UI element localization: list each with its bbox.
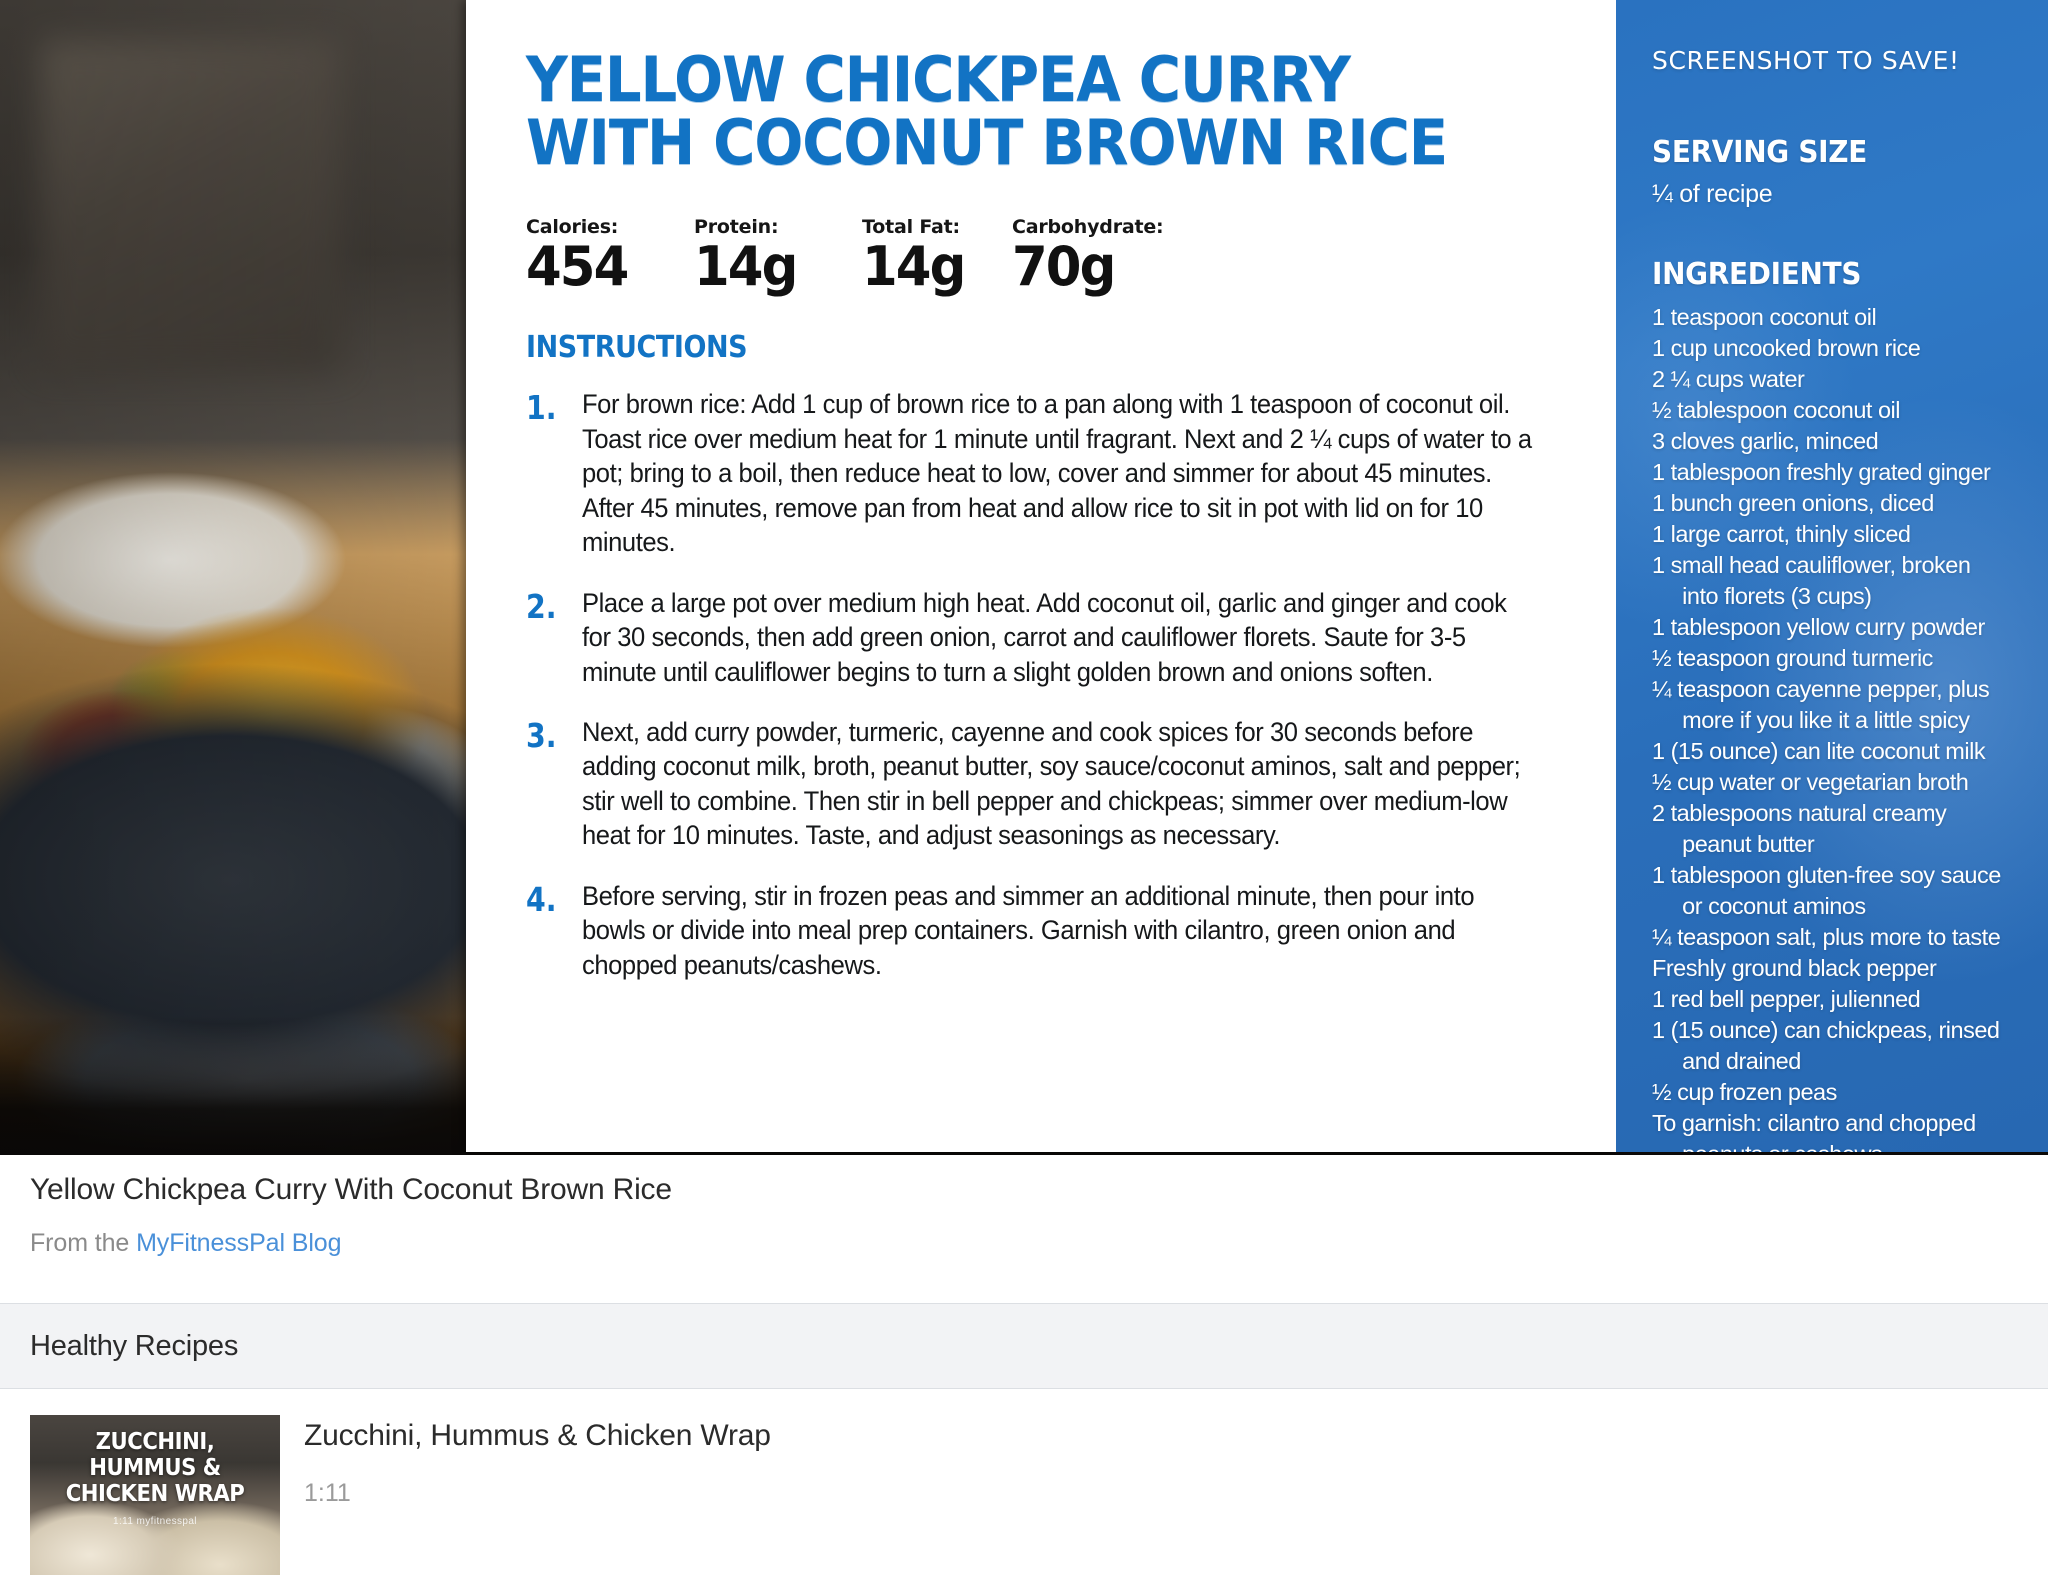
instruction-step-text: Place a large pot over medium high heat.… [582,587,1507,687]
ingredient-item: 1 bunch green onions, diced [1652,490,1934,517]
ingredient-item: ½ tablespoon coconut oil [1652,397,1901,424]
video-thumbnail[interactable]: ZUCCHINI, HUMMUS & CHICKEN WRAP 1:11 myf… [30,1415,280,1575]
ingredient-item: 1 cup uncooked brown rice [1652,335,1921,362]
nutrition-item-protein: Protein: 14g [694,216,862,294]
ingredient-item: 1 teaspoon coconut oil [1652,304,1877,330]
section-header-healthy-recipes: Healthy Recipes [0,1303,2048,1389]
instruction-step: 2. Place a large pot over medium high he… [526,586,1576,689]
ingredient-item: 3 cloves garlic, minced [1652,428,1879,455]
serving-size-value: ¼ of recipe [1652,180,1773,208]
instructions-heading: INSTRUCTIONS [526,330,748,366]
ingredient-item: 2 ¼ cups water [1652,366,1805,393]
instruction-step: 1. For brown rice: Add 1 cup of brown ri… [526,387,1576,559]
recipe-video-player[interactable]: YELLOW CHICKPEA CURRY WITH COCONUT BROWN… [0,0,2048,1155]
ingredients-heading: INGREDIENTS [1652,257,1862,292]
nutrition-value-calories: 454 [526,235,629,299]
nutrition-value-carbohydrate: 70g [1012,235,1116,299]
ingredients-panel: SCREENSHOT TO SAVE! SERVING SIZE ¼ of re… [1616,0,2048,1152]
serving-size-heading: SERVING SIZE [1652,135,1867,170]
instruction-step-text: For brown rice: Add 1 cup of brown rice … [582,389,1532,558]
instruction-step-number: 3. [526,715,557,755]
ingredient-item: ½ cup water or vegetarian broth [1652,769,1969,796]
related-video-duration: 1:11 [304,1479,351,1507]
list-item[interactable]: ZUCCHINI, HUMMUS & CHICKEN WRAP 1:11 myf… [30,1415,2018,1575]
instruction-step-number: 2. [526,586,557,626]
ingredient-item: 1 large carrot, thinly sliced [1652,521,1911,548]
instruction-step-text: Next, add curry powder, turmeric, cayenn… [582,716,1521,851]
thumbnail-overlay-text: ZUCCHINI, HUMMUS & CHICKEN WRAP [65,1429,245,1507]
ingredient-item: ¼ teaspoon cayenne pepper, plus more if … [1652,676,1990,734]
recipe-card-white: YELLOW CHICKPEA CURRY WITH COCONUT BROWN… [466,0,1616,1152]
ingredient-item: 1 small head cauliflower, broken into fl… [1652,552,1971,610]
ingredient-item: ¼ teaspoon salt, plus more to taste [1652,924,2001,951]
ingredient-item: 1 (15 ounce) can lite coconut milk [1652,738,1986,765]
recipe-card-title-line-1: YELLOW CHICKPEA CURRY [526,43,1351,116]
thumbnail-brand-text: 1:11 myfitnesspal [113,1516,197,1527]
nutrition-value-protein: 14g [694,235,798,299]
ingredient-item: Freshly ground black pepper [1652,955,1937,982]
nutrition-item-total-fat: Total Fat: 14g [862,216,1012,294]
instruction-step-number: 1. [526,388,557,428]
source-prefix: From the [30,1229,137,1257]
instruction-step: 3. Next, add curry powder, turmeric, cay… [526,715,1576,853]
ingredient-item: To garnish: cilantro and chopped peanuts… [1652,1110,1976,1152]
screenshot-to-save-callout: SCREENSHOT TO SAVE! [1652,46,1960,75]
ingredient-item: ½ teaspoon ground turmeric [1652,645,1933,672]
nutrition-facts-row: Calories: 454 Protein: 14g Total Fat: 14… [526,216,1576,294]
ingredient-item: 1 red bell pepper, julienned [1652,986,1921,1013]
section-header-label: Healthy Recipes [30,1329,239,1362]
video-source: From the MyFitnessPal Blog [30,1229,2018,1258]
ingredient-item: 1 (15 ounce) can chickpeas, rinsed and d… [1652,1017,2000,1075]
source-link[interactable]: MyFitnessPal Blog [136,1229,341,1257]
ingredient-item: 2 tablespoons natural creamy peanut butt… [1652,800,1947,858]
related-video-title[interactable]: Zucchini, Hummus & Chicken Wrap [304,1419,771,1453]
ingredient-item: 1 tablespoon freshly grated ginger [1652,459,1991,486]
instruction-step-text: Before serving, stir in frozen peas and … [582,880,1475,980]
recipe-card-title: YELLOW CHICKPEA CURRY WITH COCONUT BROWN… [526,43,1503,180]
ingredient-item: 1 tablespoon gluten-free soy sauce or co… [1652,862,2001,920]
instruction-step: 4. Before serving, stir in frozen peas a… [526,879,1576,982]
ingredient-item: ½ cup frozen peas [1652,1079,1837,1106]
nutrition-value-total-fat: 14g [862,235,966,299]
related-video-meta: Zucchini, Hummus & Chicken Wrap 1:11 [304,1415,771,1508]
video-meta: Yellow Chickpea Curry With Coconut Brown… [0,1155,2048,1284]
related-videos-list: ZUCCHINI, HUMMUS & CHICKEN WRAP 1:11 myf… [0,1389,2048,1575]
ingredient-item: 1 tablespoon yellow curry powder [1652,614,1985,641]
ingredients-list: 1 teaspoon coconut oil 1 cup uncooked br… [1652,302,2026,1152]
nutrition-item-carbohydrate: Carbohydrate: 70g [1012,216,1232,294]
recipe-card-title-line-2: WITH COCONUT BROWN RICE [526,106,1448,180]
page-title: Yellow Chickpea Curry With Coconut Brown… [30,1173,672,1206]
nutrition-item-calories: Calories: 454 [526,216,694,294]
instruction-step-number: 4. [526,879,557,919]
